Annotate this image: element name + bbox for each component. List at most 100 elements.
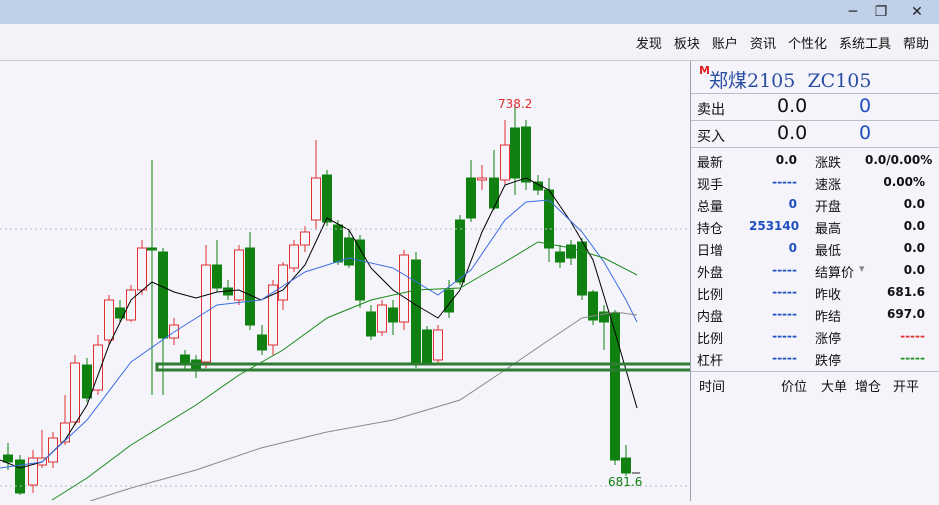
quote-label: 最高 <box>815 222 842 237</box>
ask-row: 卖出 0.0 0 <box>691 94 939 121</box>
quote-value: ----- <box>772 351 797 365</box>
quote-row: 外盘 ----- 结算价 0.0 <box>691 260 939 282</box>
quote-label: 现手 <box>697 178 724 193</box>
quote-label: 最低 <box>815 244 842 259</box>
candle-down-body <box>333 224 343 263</box>
candle-down-body <box>610 312 620 461</box>
quote-label: 比例 <box>697 288 724 303</box>
ticks-header: 时间 价位 大单 增仓 开平 <box>691 371 939 396</box>
candle-down-body <box>147 247 157 251</box>
quote-row: 现手 ----- 速涨 0.00% <box>691 172 939 194</box>
quote-label: 最新 <box>697 156 724 171</box>
candle-down-body <box>489 177 499 209</box>
candle-up-body <box>399 254 409 323</box>
quote-value: ----- <box>772 307 797 321</box>
candle-down-body <box>344 237 354 266</box>
candle-up-body <box>377 304 387 333</box>
quote-value: ----- <box>900 351 925 365</box>
ask-label: 卖出 <box>697 102 725 118</box>
quote-row: 总量 0 开盘 0.0 <box>691 194 939 216</box>
menu-personalize[interactable]: 个性化 <box>788 33 827 52</box>
menu-help[interactable]: 帮助 <box>903 33 929 52</box>
menu-bar: 发现 板块 账户 资讯 个性化 系统工具 帮助 <box>0 24 939 61</box>
ma10-line <box>0 199 638 469</box>
quote-row: 最新 0.0 涨跌 0.0/0.00% <box>691 150 939 172</box>
quote-row: 杠杆 ----- 跌停 ----- <box>691 348 939 370</box>
quote-value: 0.0 <box>903 197 925 211</box>
candle-up-body <box>104 299 114 341</box>
quote-label: 涨跌 <box>815 156 842 171</box>
ask-volume: 0 <box>859 95 872 117</box>
quote-label: 开盘 <box>815 200 842 215</box>
quote-row: 日增 0 最低 0.0 <box>691 238 939 260</box>
menu-discover[interactable]: 发现 <box>636 33 662 52</box>
quote-label: 总量 <box>697 200 724 215</box>
quote-label: 内盘 <box>697 310 724 325</box>
candle-down-body <box>322 174 332 223</box>
close-button[interactable]: ✕ <box>906 3 928 21</box>
candle-up-body <box>433 329 443 361</box>
menu-news[interactable]: 资讯 <box>750 33 776 52</box>
kline-chart-svg: 738.2 681.6 <box>0 97 863 502</box>
low-price-label: 681.6 <box>608 475 642 489</box>
quote-panel: M 郑煤2105 ZC105 卖出 0.0 0 买入 0.0 0 最新 0.0 涨跌… <box>690 61 939 501</box>
candle-down-body <box>544 189 554 249</box>
candle-down-body <box>411 259 421 366</box>
candle-down-body <box>621 457 631 474</box>
candle-up-body <box>126 289 136 321</box>
menu-system-tools[interactable]: 系统工具 <box>839 33 891 52</box>
quote-value: 0.0/0.00% <box>865 153 933 167</box>
quote-value: ----- <box>900 329 925 343</box>
quote-row: 持仓 253140 最高 0.0 <box>691 216 939 238</box>
candle-up-body <box>48 437 58 463</box>
quote-row: 比例 ----- 昨收 681.6 <box>691 282 939 304</box>
candle-up-body <box>70 362 80 423</box>
quote-value: 0 <box>788 241 797 255</box>
quote-value: 0.00% <box>883 175 925 189</box>
quote-value: 0.0 <box>903 219 925 233</box>
candle-up-body <box>500 144 510 181</box>
high-price-label: 738.2 <box>498 97 532 111</box>
bid-label: 买入 <box>697 129 725 145</box>
quote-value: 697.0 <box>887 307 925 321</box>
maximize-button[interactable]: ❐ <box>870 3 892 21</box>
candle-down-body <box>466 177 476 219</box>
candle-up-body <box>289 244 299 269</box>
dropdown-caret-icon[interactable]: ▾ <box>859 262 865 275</box>
quote-label: 结算价 <box>815 266 855 281</box>
candle-up-body <box>234 249 244 301</box>
candle-down-body <box>212 264 222 289</box>
ticks-col-open-close: 开平 <box>893 380 920 395</box>
quote-value: ----- <box>772 329 797 343</box>
quote-value: ----- <box>772 175 797 189</box>
quote-label: 杠杆 <box>697 354 724 369</box>
ma5-line <box>0 177 638 469</box>
candle-down-body <box>422 329 432 363</box>
candle-down-body <box>180 354 190 363</box>
candle-down-body <box>257 334 267 351</box>
menu-sectors[interactable]: 板块 <box>674 33 700 52</box>
candle-down-body <box>158 251 168 339</box>
ma60-line <box>89 311 638 502</box>
candle-up-body <box>28 457 38 486</box>
quote-row: 内盘 ----- 昨结 697.0 <box>691 304 939 326</box>
ticks-col-price: 价位 <box>781 380 808 395</box>
candle-down-body <box>555 251 565 263</box>
quote-value: ----- <box>772 285 797 299</box>
quote-label: 比例 <box>697 332 724 347</box>
kline-chart[interactable]: 738.2 681.6 <box>0 61 863 502</box>
ticks-col-oi-change: 增仓 <box>855 380 882 395</box>
quote-value: 681.6 <box>887 285 925 299</box>
minimize-button[interactable]: ─ <box>842 3 864 21</box>
quote-value: 253140 <box>749 219 800 233</box>
menu-account[interactable]: 账户 <box>712 33 738 52</box>
ask-price: 0.0 <box>777 95 808 117</box>
quote-value: 0.0 <box>775 153 797 167</box>
candle-down-body <box>521 126 531 183</box>
quote-value: 0.0 <box>903 263 925 277</box>
candle-up-body <box>278 264 288 301</box>
ticks-col-big-order: 大单 <box>821 380 848 395</box>
candle-down-body <box>366 311 376 337</box>
quote-label: 持仓 <box>697 222 724 237</box>
bid-price: 0.0 <box>777 122 808 144</box>
